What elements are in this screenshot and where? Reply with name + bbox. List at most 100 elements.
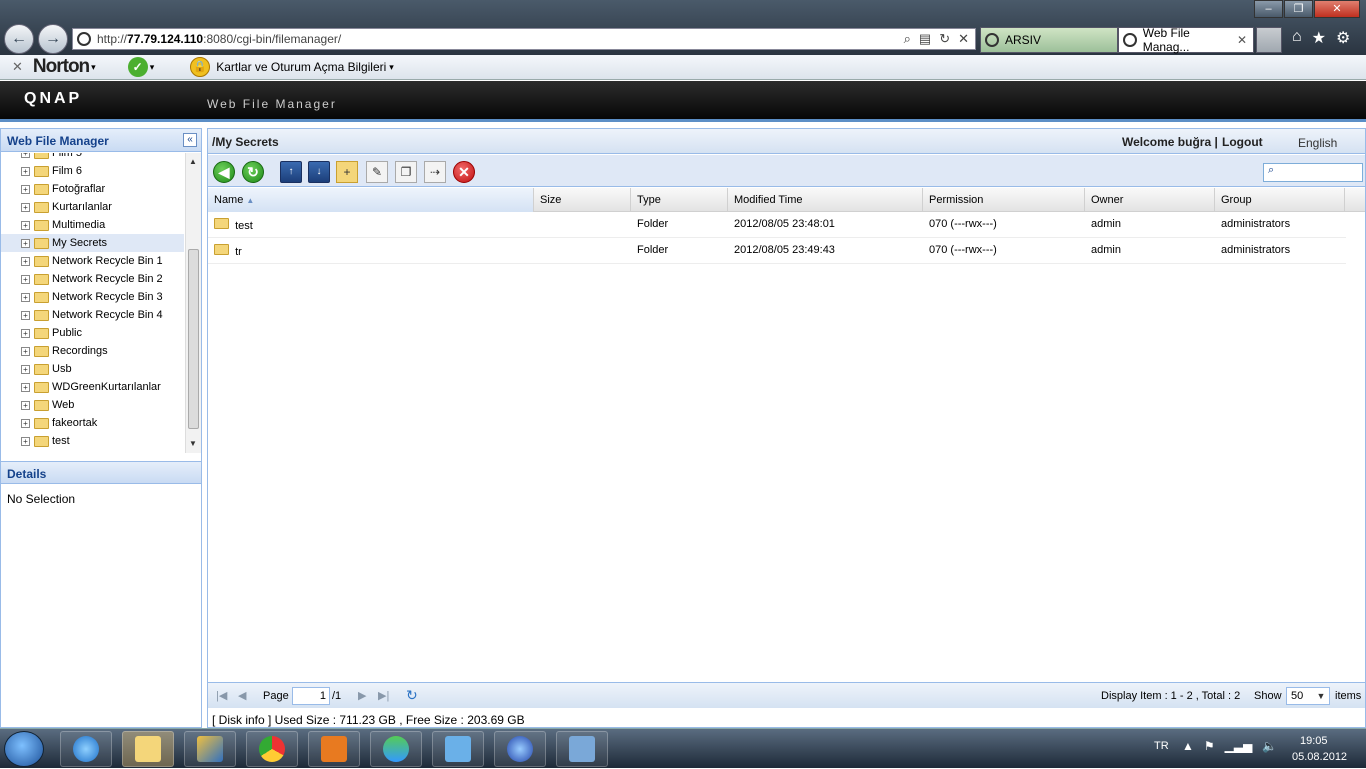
tree-item[interactable]: + Public	[1, 324, 184, 342]
browser-tab-file-manager[interactable]: Web File Manag... ✕	[1118, 26, 1254, 54]
taskbar-messenger-icon[interactable]	[370, 731, 422, 767]
download-icon[interactable]: ↓	[308, 161, 330, 183]
move-icon[interactable]: ⇢	[424, 161, 446, 183]
tree-item[interactable]: + Usb	[1, 360, 184, 378]
maximize-button[interactable]: ❐	[1284, 0, 1313, 18]
start-button[interactable]	[4, 731, 44, 767]
tree-item[interactable]: + Kurtarılanlar	[1, 198, 184, 216]
language-select[interactable]: English	[1298, 136, 1337, 150]
prev-page-icon[interactable]: ◀	[238, 689, 246, 702]
tree-item[interactable]: + Film 6	[1, 162, 184, 180]
next-page-icon[interactable]: ▶	[358, 689, 366, 702]
expand-icon[interactable]: +	[21, 202, 30, 212]
taskbar-paint-icon[interactable]	[184, 731, 236, 767]
logout-link[interactable]: Logout	[1222, 135, 1263, 149]
expand-icon[interactable]: +	[21, 274, 30, 284]
expand-icon[interactable]: +	[21, 436, 30, 446]
refresh-list-icon[interactable]: ↻	[406, 687, 418, 704]
column-header-name[interactable]: Name ▲	[208, 188, 534, 212]
refresh-icon[interactable]: ↻	[939, 31, 950, 47]
address-bar[interactable]: http://77.79.124.110:8080/cgi-bin/filema…	[72, 28, 976, 50]
expand-icon[interactable]: +	[21, 166, 30, 176]
new-folder-icon[interactable]: +	[336, 161, 358, 183]
tree-item[interactable]: + Film 5	[1, 153, 184, 162]
volume-icon[interactable]: 🔈	[1262, 739, 1277, 753]
stop-icon[interactable]: ✕	[958, 31, 969, 47]
safe-web-check-icon[interactable]: ✓	[127, 57, 148, 77]
chevron-down-icon[interactable]: ▾	[389, 62, 394, 73]
expand-icon[interactable]: +	[21, 418, 30, 428]
chevron-down-icon[interactable]: ▾	[150, 62, 155, 73]
last-page-icon[interactable]: ▶|	[378, 689, 389, 702]
tree-item[interactable]: + WDGreenKurtarılanlar	[1, 378, 184, 396]
column-header-permission[interactable]: Permission	[923, 188, 1085, 212]
search-icon[interactable]: ⌕	[904, 31, 911, 47]
expand-icon[interactable]: +	[21, 220, 30, 230]
expand-icon[interactable]: +	[21, 328, 30, 338]
expand-icon[interactable]: +	[21, 292, 30, 302]
home-icon[interactable]: ⌂	[1292, 28, 1302, 48]
expand-icon[interactable]: +	[21, 310, 30, 320]
expand-icon[interactable]: +	[21, 346, 30, 356]
tree-item[interactable]: + Network Recycle Bin 2	[1, 270, 184, 288]
show-hidden-icons-icon[interactable]: ▲	[1182, 739, 1194, 753]
column-header-group[interactable]: Group	[1215, 188, 1345, 212]
table-row[interactable]: test Folder 2012/08/05 23:48:01 070 (---rwx…	[208, 212, 1346, 238]
tree-item[interactable]: + Recordings	[1, 342, 184, 360]
delete-icon[interactable]: ✕	[453, 161, 475, 183]
close-tab-icon[interactable]: ✕	[1237, 33, 1247, 47]
flag-icon[interactable]: ⚑	[1204, 739, 1215, 753]
scroll-thumb[interactable]	[188, 249, 199, 429]
browser-tab-arsiv[interactable]: ARSIV	[980, 27, 1118, 53]
first-page-icon[interactable]: |◀	[216, 689, 227, 702]
tree-item[interactable]: + Multimedia	[1, 216, 184, 234]
tree-item[interactable]: + Network Recycle Bin 1	[1, 252, 184, 270]
column-header-size[interactable]: Size	[534, 188, 631, 212]
expand-icon[interactable]: +	[21, 184, 30, 194]
expand-icon[interactable]: +	[21, 238, 30, 248]
expand-icon[interactable]: +	[21, 382, 30, 392]
taskbar-media-icon[interactable]	[308, 731, 360, 767]
forward-button[interactable]: →	[38, 24, 68, 54]
norton-logo[interactable]: Norton	[33, 56, 90, 78]
close-toolbar-icon[interactable]: ✕	[12, 59, 23, 75]
upload-icon[interactable]: ↑	[280, 161, 302, 183]
expand-icon[interactable]: +	[21, 153, 30, 158]
table-row[interactable]: tr Folder 2012/08/05 23:49:43 070 (---rwx--…	[208, 238, 1346, 264]
clock-time[interactable]: 19:05	[1300, 735, 1328, 747]
favorites-star-icon[interactable]: ★	[1312, 28, 1326, 48]
taskbar-ie-icon[interactable]	[60, 731, 112, 767]
back-button[interactable]: ←	[4, 24, 34, 54]
rename-icon[interactable]: ✎	[366, 161, 388, 183]
chevron-down-icon[interactable]: ▼	[1314, 688, 1328, 704]
input-language[interactable]: TR	[1154, 740, 1169, 752]
refresh-icon[interactable]: ↻	[242, 161, 264, 183]
tree-item[interactable]: + My Secrets	[1, 234, 184, 252]
clock-date[interactable]: 05.08.2012	[1292, 751, 1347, 763]
tree-item[interactable]: + Fotoğraflar	[1, 180, 184, 198]
taskbar-itunes-icon[interactable]	[494, 731, 546, 767]
identity-lock-icon[interactable]: 🔒	[190, 57, 211, 77]
back-arrow-icon[interactable]: ◀	[213, 161, 235, 183]
new-tab-button[interactable]	[1256, 27, 1282, 53]
tree-item[interactable]: + Network Recycle Bin 4	[1, 306, 184, 324]
scroll-down-icon[interactable]: ▼	[189, 439, 197, 448]
close-window-button[interactable]: ✕	[1314, 0, 1360, 18]
tree-item[interactable]: + Network Recycle Bin 3	[1, 288, 184, 306]
tree-item[interactable]: + test	[1, 432, 184, 450]
tree-scrollbar[interactable]: ▲ ▼	[185, 153, 201, 453]
compat-view-icon[interactable]: ▤	[919, 31, 931, 47]
taskbar-explorer-icon[interactable]	[122, 731, 174, 767]
copy-icon[interactable]: ❐	[395, 161, 417, 183]
network-icon[interactable]: ▁▃▅	[1225, 739, 1253, 753]
chevron-down-icon[interactable]: ▾	[91, 62, 96, 73]
scroll-up-icon[interactable]: ▲	[189, 157, 197, 166]
minimize-button[interactable]: –	[1254, 0, 1283, 18]
expand-icon[interactable]: +	[21, 364, 30, 374]
tree-item[interactable]: + fakeortak	[1, 414, 184, 432]
gear-icon[interactable]: ⚙	[1336, 28, 1350, 48]
taskbar-photo-viewer-icon[interactable]	[556, 731, 608, 767]
taskbar-control-panel-icon[interactable]	[432, 731, 484, 767]
search-input[interactable]: ⌕	[1263, 163, 1363, 182]
column-header-owner[interactable]: Owner	[1085, 188, 1215, 212]
